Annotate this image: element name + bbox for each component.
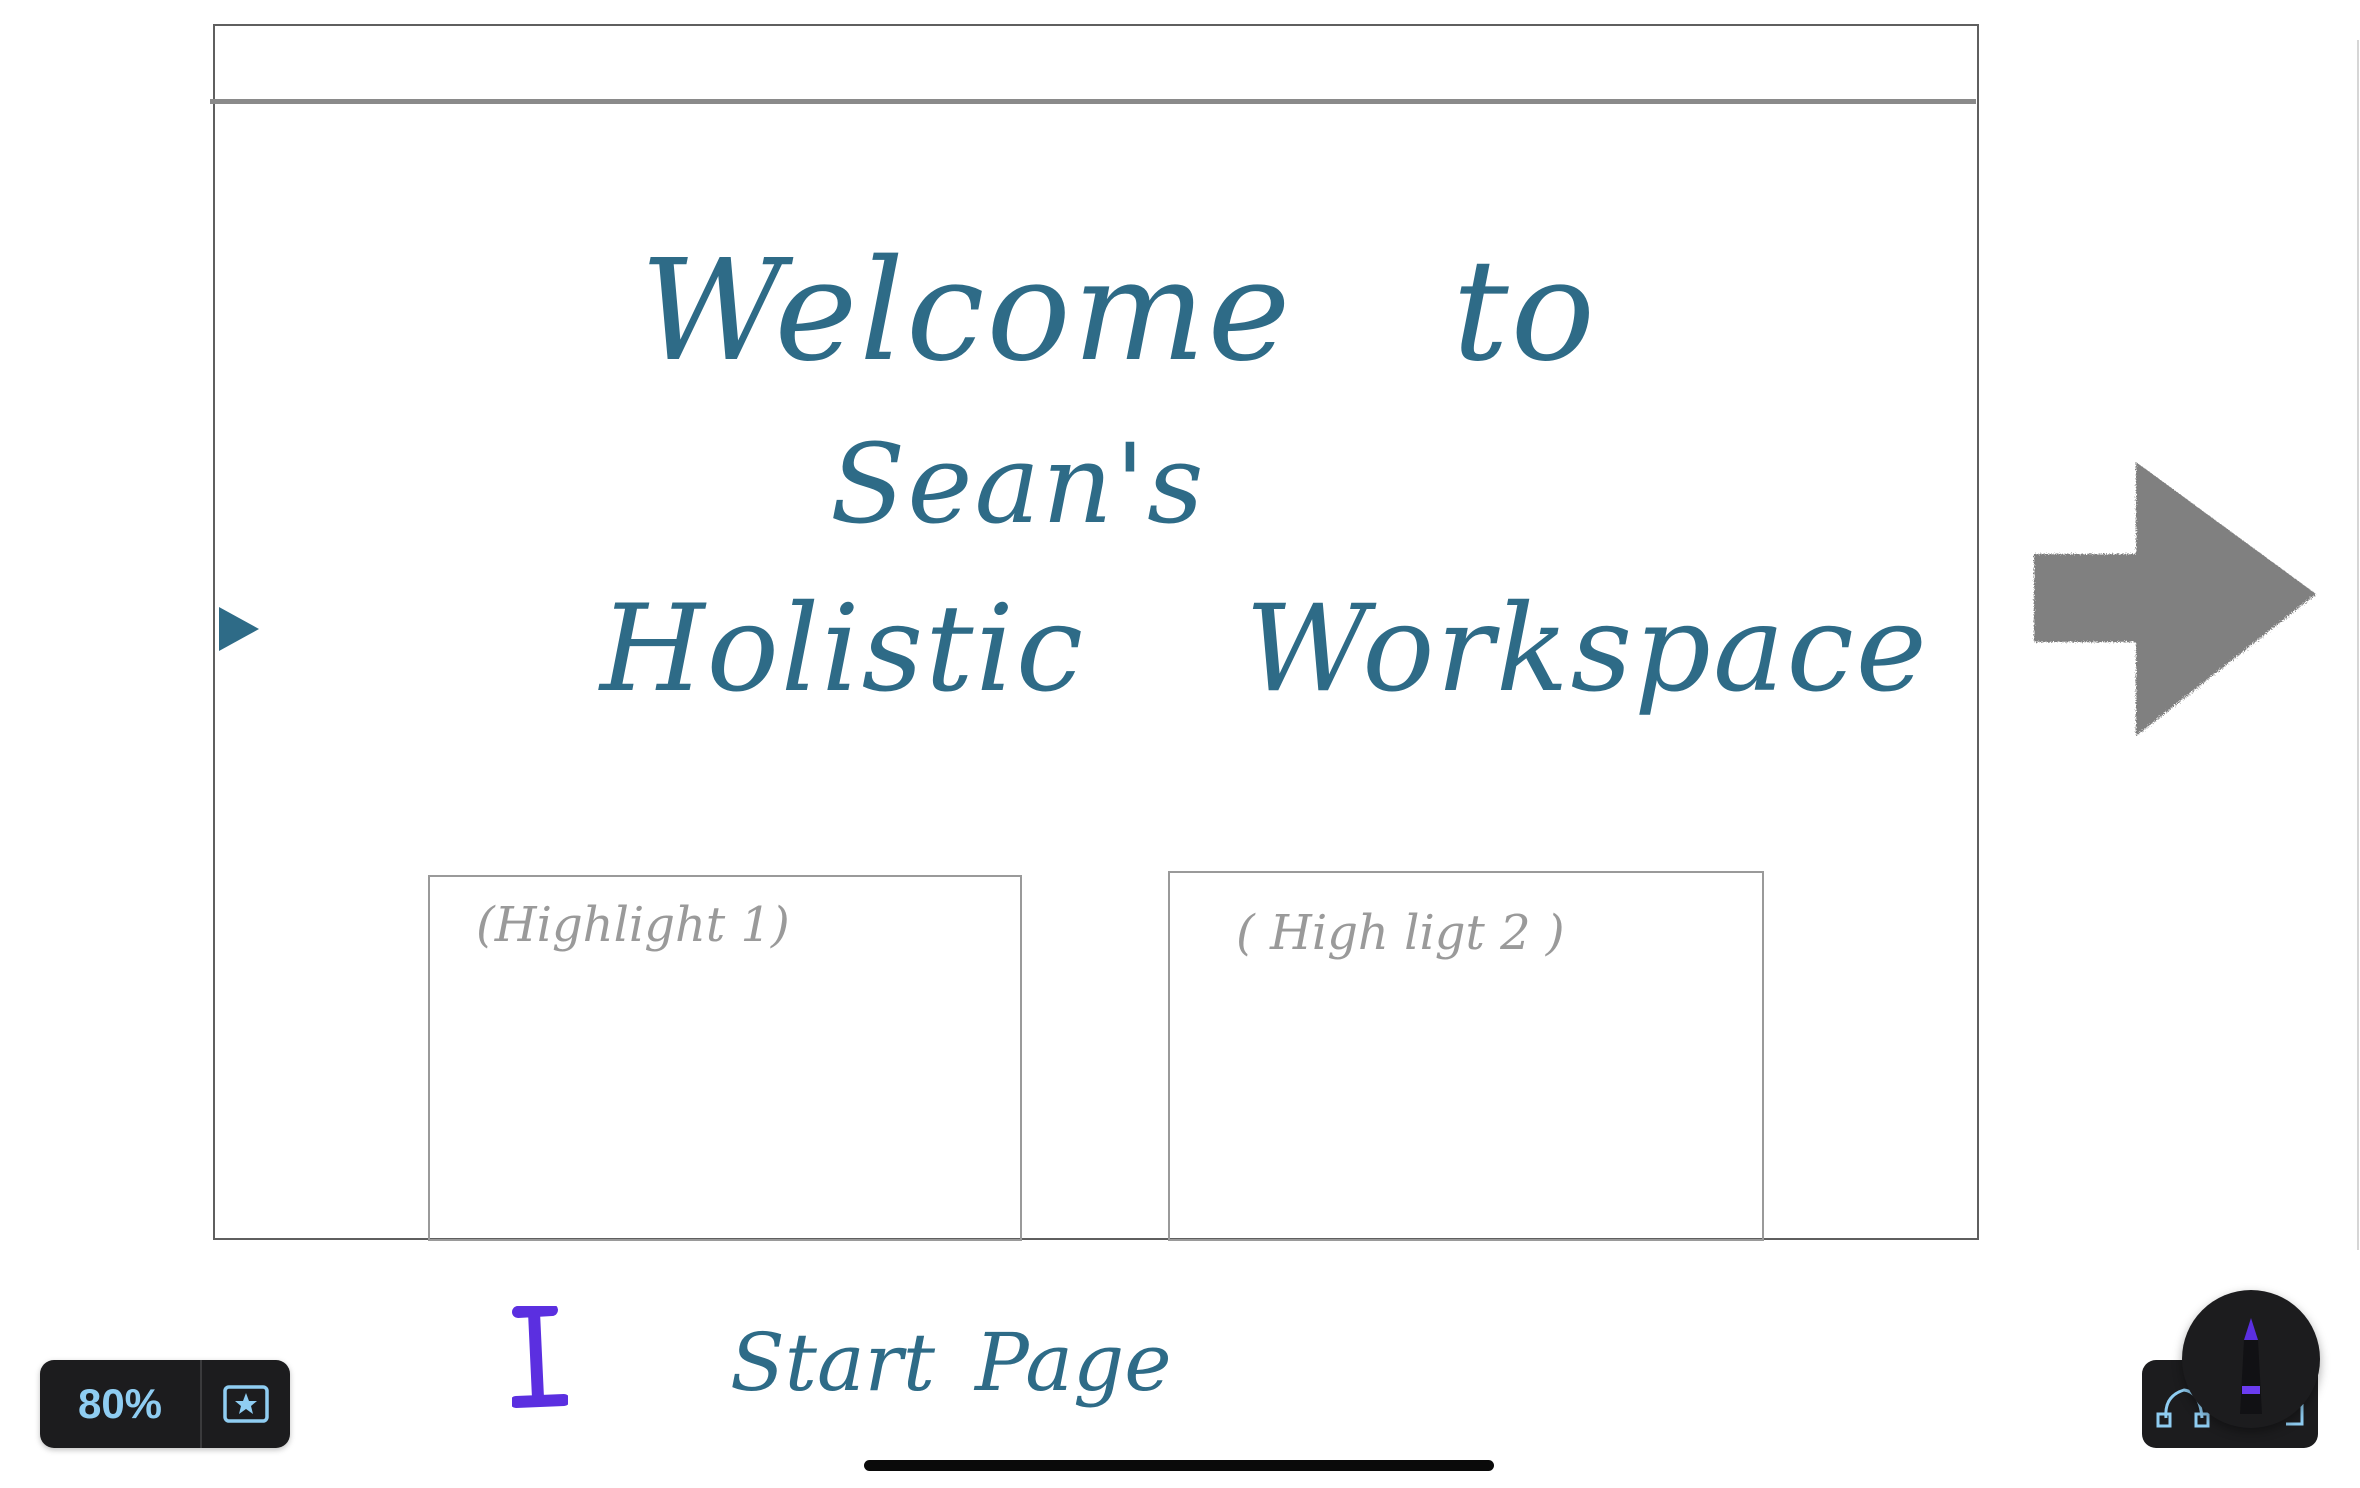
title-line-3: Holistic Workspace [600, 580, 1929, 719]
page-number: 1 [512, 1306, 568, 1408]
highlight-box-2[interactable]: ( High ligt 2 ) [1168, 871, 1764, 1241]
zoom-level[interactable]: 80% [40, 1360, 202, 1448]
header-rule [210, 99, 1976, 104]
right-arrow-drawing[interactable] [2030, 458, 2320, 740]
bookmark-button[interactable] [202, 1360, 290, 1448]
highlight-label-2: ( High ligt 2 ) [1236, 905, 1565, 961]
home-indicator[interactable] [864, 1460, 1494, 1471]
star-bookmark-icon [223, 1385, 269, 1423]
zoom-control[interactable]: 80% [40, 1360, 290, 1448]
pen-icon [2240, 1318, 2262, 1414]
title-word-welcome: Welcome [640, 230, 1293, 393]
notes-canvas[interactable]: Welcome to Sean's Holistic Workspace (High… [0, 0, 2360, 1488]
title-line-1: Welcome to [640, 230, 1597, 393]
pen-tool-button[interactable] [2182, 1290, 2320, 1428]
highlight-box-1[interactable]: (Highlight 1) [428, 875, 1022, 1241]
page-caption: Start Page [730, 1316, 1172, 1409]
page-caption-page: Page [975, 1316, 1172, 1409]
title-word-holistic: Holistic [600, 580, 1086, 719]
page-caption-start: Start [730, 1316, 936, 1409]
triangle-marker-icon[interactable] [217, 605, 261, 653]
title-word-to: to [1452, 230, 1597, 393]
title-line-2: Sean's [830, 420, 1206, 548]
highlight-label-1: (Highlight 1) [476, 897, 790, 953]
next-page-edge [2357, 40, 2359, 1250]
title-word-workspace: Workspace [1245, 580, 1929, 719]
